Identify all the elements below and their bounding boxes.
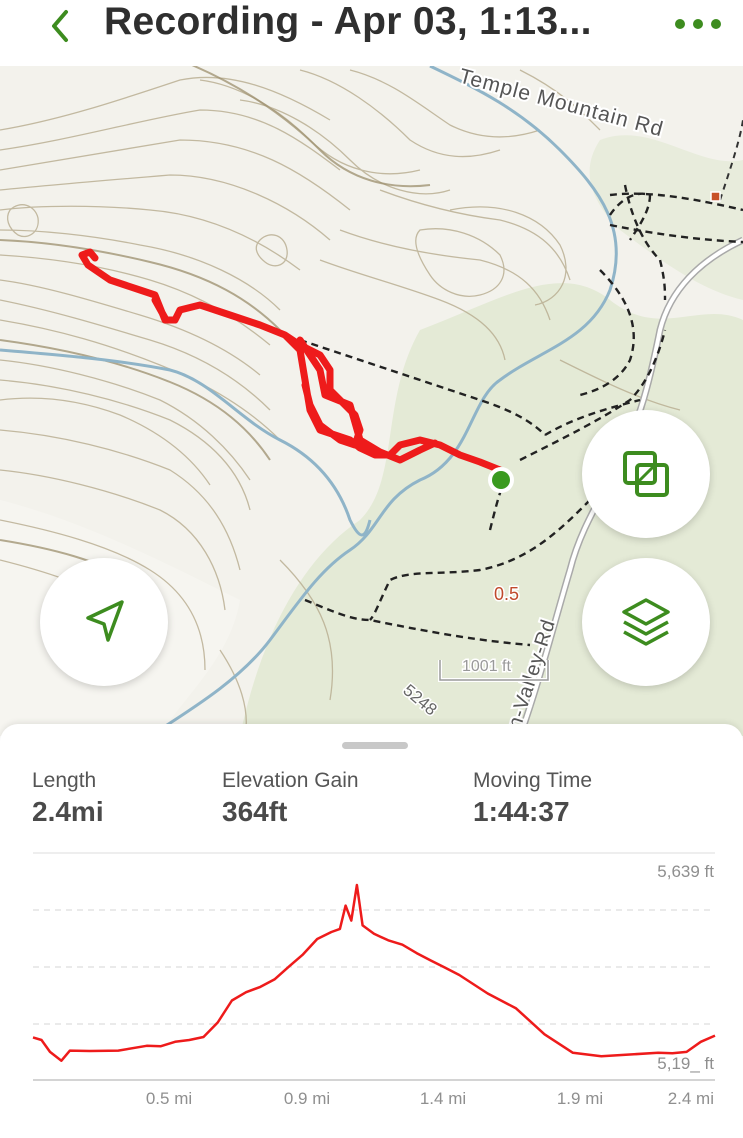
navigation-arrow-icon <box>86 600 124 642</box>
chevron-left-icon <box>52 10 68 42</box>
length-value: 2.4mi <box>32 796 104 827</box>
road-label-temple-mountain: Temple Mountain Rd <box>457 66 666 141</box>
scale-bar-label: 1001 ft <box>462 658 511 675</box>
x-tick-label: 1.4 mi <box>420 1089 466 1108</box>
current-location-dot <box>492 471 510 489</box>
layers-icon <box>622 598 670 646</box>
y-tick-max: 5,639 ft <box>657 862 714 881</box>
moving-time-value: 1:44:37 <box>473 796 570 827</box>
more-horizontal-icon <box>675 19 721 29</box>
page-title: Recording - Apr 03, 1:13... <box>104 0 592 43</box>
x-tick-label: 0.9 mi <box>284 1089 330 1108</box>
x-tick-label: 0.5 mi <box>146 1089 192 1108</box>
moving-time-label: Moving Time <box>473 769 593 792</box>
river-branch <box>0 348 372 537</box>
elevation-gain-label: Elevation Gain <box>222 769 359 792</box>
map-overlay-button[interactable] <box>582 410 710 538</box>
elevation-gain-value: 364ft <box>222 796 288 827</box>
map-view[interactable]: Temple Mountain Rd n-Valley-Rd 0.5 5248 … <box>0 66 743 736</box>
sheet-drag-handle[interactable] <box>342 742 408 749</box>
mile-marker-label: 0.5 <box>494 584 519 604</box>
y-tick-min: 5,19_ ft <box>657 1054 714 1073</box>
trailhead-marker <box>710 191 721 202</box>
locate-me-button[interactable] <box>40 558 168 686</box>
map-layers-button[interactable] <box>582 558 710 686</box>
more-options-button[interactable] <box>670 8 726 38</box>
x-tick-label: 2.4 mi <box>668 1089 714 1108</box>
length-label: Length <box>32 769 97 792</box>
elevation-chart[interactable]: 5,639 ft 5,19_ ft 0.5 mi 0.9 mi 1.4 mi 1… <box>0 840 743 1110</box>
x-tick-label: 1.9 mi <box>557 1089 603 1108</box>
elevation-profile-line <box>32 883 716 1062</box>
index-contours <box>0 66 431 586</box>
map-overlay-icon <box>623 451 669 497</box>
back-button[interactable] <box>44 6 80 46</box>
top-bar: Recording - Apr 03, 1:13... <box>0 0 743 66</box>
